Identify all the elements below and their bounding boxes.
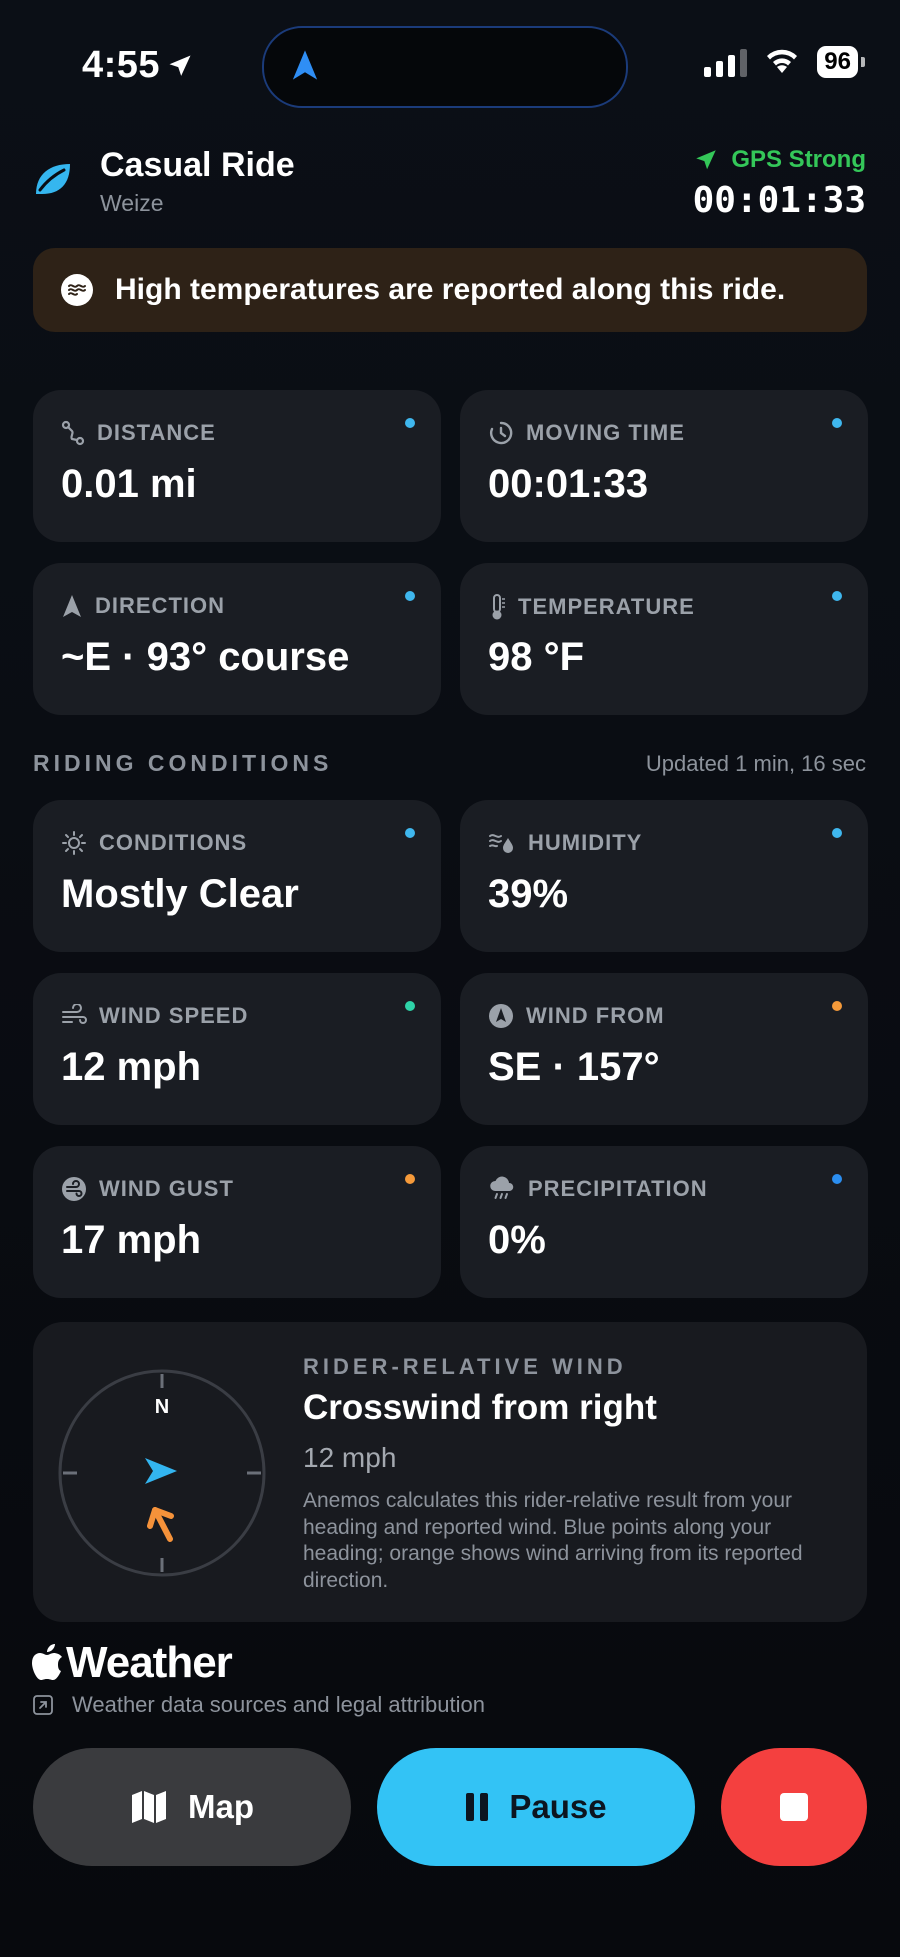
status-dot bbox=[832, 1001, 842, 1011]
stat-value: 98 °F bbox=[488, 635, 585, 679]
cloud-rain-icon bbox=[490, 1176, 514, 1199]
condition-card-precipitation[interactable]: PRECIPITATION 0% bbox=[460, 1146, 868, 1298]
status-dot bbox=[832, 418, 842, 428]
timer-icon bbox=[490, 421, 513, 445]
condition-label: HUMIDITY bbox=[528, 830, 643, 855]
elapsed-timer: 00:01:33 bbox=[692, 180, 866, 221]
wifi-icon bbox=[767, 49, 798, 73]
map-button-label: Map bbox=[188, 1788, 254, 1825]
status-dot bbox=[405, 1001, 415, 1011]
navigation-arrow-icon bbox=[292, 50, 318, 80]
stat-card-direction[interactable]: DIRECTION ~E · 93° course bbox=[33, 563, 441, 715]
map-icon bbox=[132, 1791, 166, 1823]
ride-subtitle: Weize bbox=[100, 190, 164, 216]
stat-label: DISTANCE bbox=[97, 420, 216, 445]
stat-label: MOVING TIME bbox=[526, 420, 685, 445]
section-title-riding-conditions: RIDING CONDITIONS bbox=[33, 750, 333, 776]
heat-wave-icon bbox=[61, 274, 93, 306]
stat-card-temperature[interactable]: TEMPERATURE 98 °F bbox=[460, 563, 868, 715]
thermometer-icon bbox=[492, 594, 505, 620]
stop-icon bbox=[780, 1793, 808, 1821]
external-link-icon bbox=[33, 1695, 53, 1715]
status-dot bbox=[405, 418, 415, 428]
status-dot bbox=[832, 1174, 842, 1184]
stat-value: 0.01 mi bbox=[61, 462, 197, 506]
wind-panel-label: RIDER-RELATIVE WIND bbox=[303, 1354, 627, 1379]
attribution-link[interactable]: Weather data sources and legal attributi… bbox=[32, 1692, 485, 1718]
route-icon bbox=[61, 420, 85, 446]
condition-value: 0% bbox=[488, 1218, 546, 1262]
condition-card-wind-from[interactable]: WIND FROM SE · 157° bbox=[460, 973, 868, 1125]
condition-card-humidity[interactable]: HUMIDITY 39% bbox=[460, 800, 868, 952]
wind-icon bbox=[62, 1004, 87, 1024]
condition-card-wind-gust[interactable]: WIND GUST 17 mph bbox=[33, 1146, 441, 1298]
sun-icon bbox=[62, 831, 86, 855]
stat-value: ~E · 93° course bbox=[61, 635, 350, 679]
condition-value: 17 mph bbox=[61, 1218, 202, 1262]
condition-value: SE · 157° bbox=[488, 1045, 660, 1089]
pause-button-label: Pause bbox=[509, 1788, 607, 1825]
condition-label: WIND GUST bbox=[99, 1176, 234, 1201]
wind-arrow-icon bbox=[147, 1507, 174, 1542]
status-time: 4:55 bbox=[82, 44, 194, 87]
condition-value: 39% bbox=[488, 872, 569, 916]
leaf-icon bbox=[36, 164, 70, 194]
condition-card-wind-speed[interactable]: WIND SPEED 12 mph bbox=[33, 973, 441, 1125]
weather-logo: Weather bbox=[32, 1638, 233, 1688]
gps-status: GPS Strong bbox=[693, 146, 866, 174]
stat-card-moving-time[interactable]: MOVING TIME 00:01:33 bbox=[460, 390, 868, 542]
condition-label: WIND SPEED bbox=[99, 1003, 249, 1028]
condition-card-conditions[interactable]: CONDITIONS Mostly Clear bbox=[33, 800, 441, 952]
wind-gust-icon bbox=[62, 1177, 86, 1201]
location-arrow-icon bbox=[169, 55, 191, 76]
wind-panel-speed: 12 mph bbox=[303, 1442, 397, 1473]
gps-status-label: GPS Strong bbox=[731, 146, 866, 173]
condition-value: 12 mph bbox=[61, 1045, 202, 1089]
weather-logo-text: Weather bbox=[66, 1638, 233, 1687]
stat-value: 00:01:33 bbox=[488, 462, 649, 506]
alert-text: High temperatures are reported along thi… bbox=[115, 273, 786, 306]
attribution-text: Weather data sources and legal attributi… bbox=[72, 1692, 485, 1717]
gps-arrow-icon bbox=[696, 150, 717, 170]
status-dot bbox=[405, 1174, 415, 1184]
ride-title: Casual Ride bbox=[100, 146, 295, 184]
status-dot bbox=[405, 828, 415, 838]
updated-timestamp: Updated 1 min, 16 sec bbox=[645, 751, 866, 776]
pause-icon bbox=[466, 1793, 489, 1821]
condition-label: WIND FROM bbox=[526, 1003, 665, 1028]
cellular-signal-icon bbox=[704, 47, 748, 77]
status-indicators: 96 bbox=[704, 46, 865, 78]
status-dot bbox=[405, 591, 415, 601]
condition-label: PRECIPITATION bbox=[528, 1176, 708, 1201]
rider-relative-wind-panel: N RIDER-RELATIVE WIND Crosswind from rig… bbox=[33, 1322, 867, 1622]
pause-button[interactable]: Pause bbox=[377, 1748, 695, 1866]
compass-north-label: N bbox=[155, 1396, 169, 1418]
humidity-icon bbox=[489, 834, 513, 853]
direction-arrow-icon bbox=[63, 595, 81, 617]
heading-arrow-icon bbox=[145, 1458, 177, 1484]
status-dot bbox=[832, 591, 842, 601]
heat-alert-banner[interactable]: High temperatures are reported along thi… bbox=[33, 248, 867, 332]
dynamic-island[interactable] bbox=[262, 26, 628, 108]
clock-label: 4:55 bbox=[82, 44, 161, 86]
battery-level: 96 bbox=[817, 46, 865, 78]
condition-value: Mostly Clear bbox=[61, 872, 299, 916]
stat-label: DIRECTION bbox=[95, 593, 225, 618]
wind-result: Crosswind from right bbox=[303, 1388, 657, 1427]
status-dot bbox=[832, 828, 842, 838]
stop-button[interactable] bbox=[721, 1748, 867, 1866]
wind-description: Anemos calculates this rider-relative re… bbox=[303, 1489, 803, 1592]
wind-compass: N bbox=[58, 1369, 266, 1577]
compass-arrow-icon bbox=[489, 1004, 513, 1028]
apple-logo-icon bbox=[32, 1644, 62, 1680]
map-button[interactable]: Map bbox=[33, 1748, 351, 1866]
stat-label: TEMPERATURE bbox=[518, 594, 695, 619]
stat-card-distance[interactable]: DISTANCE 0.01 mi bbox=[33, 390, 441, 542]
condition-label: CONDITIONS bbox=[99, 830, 248, 855]
